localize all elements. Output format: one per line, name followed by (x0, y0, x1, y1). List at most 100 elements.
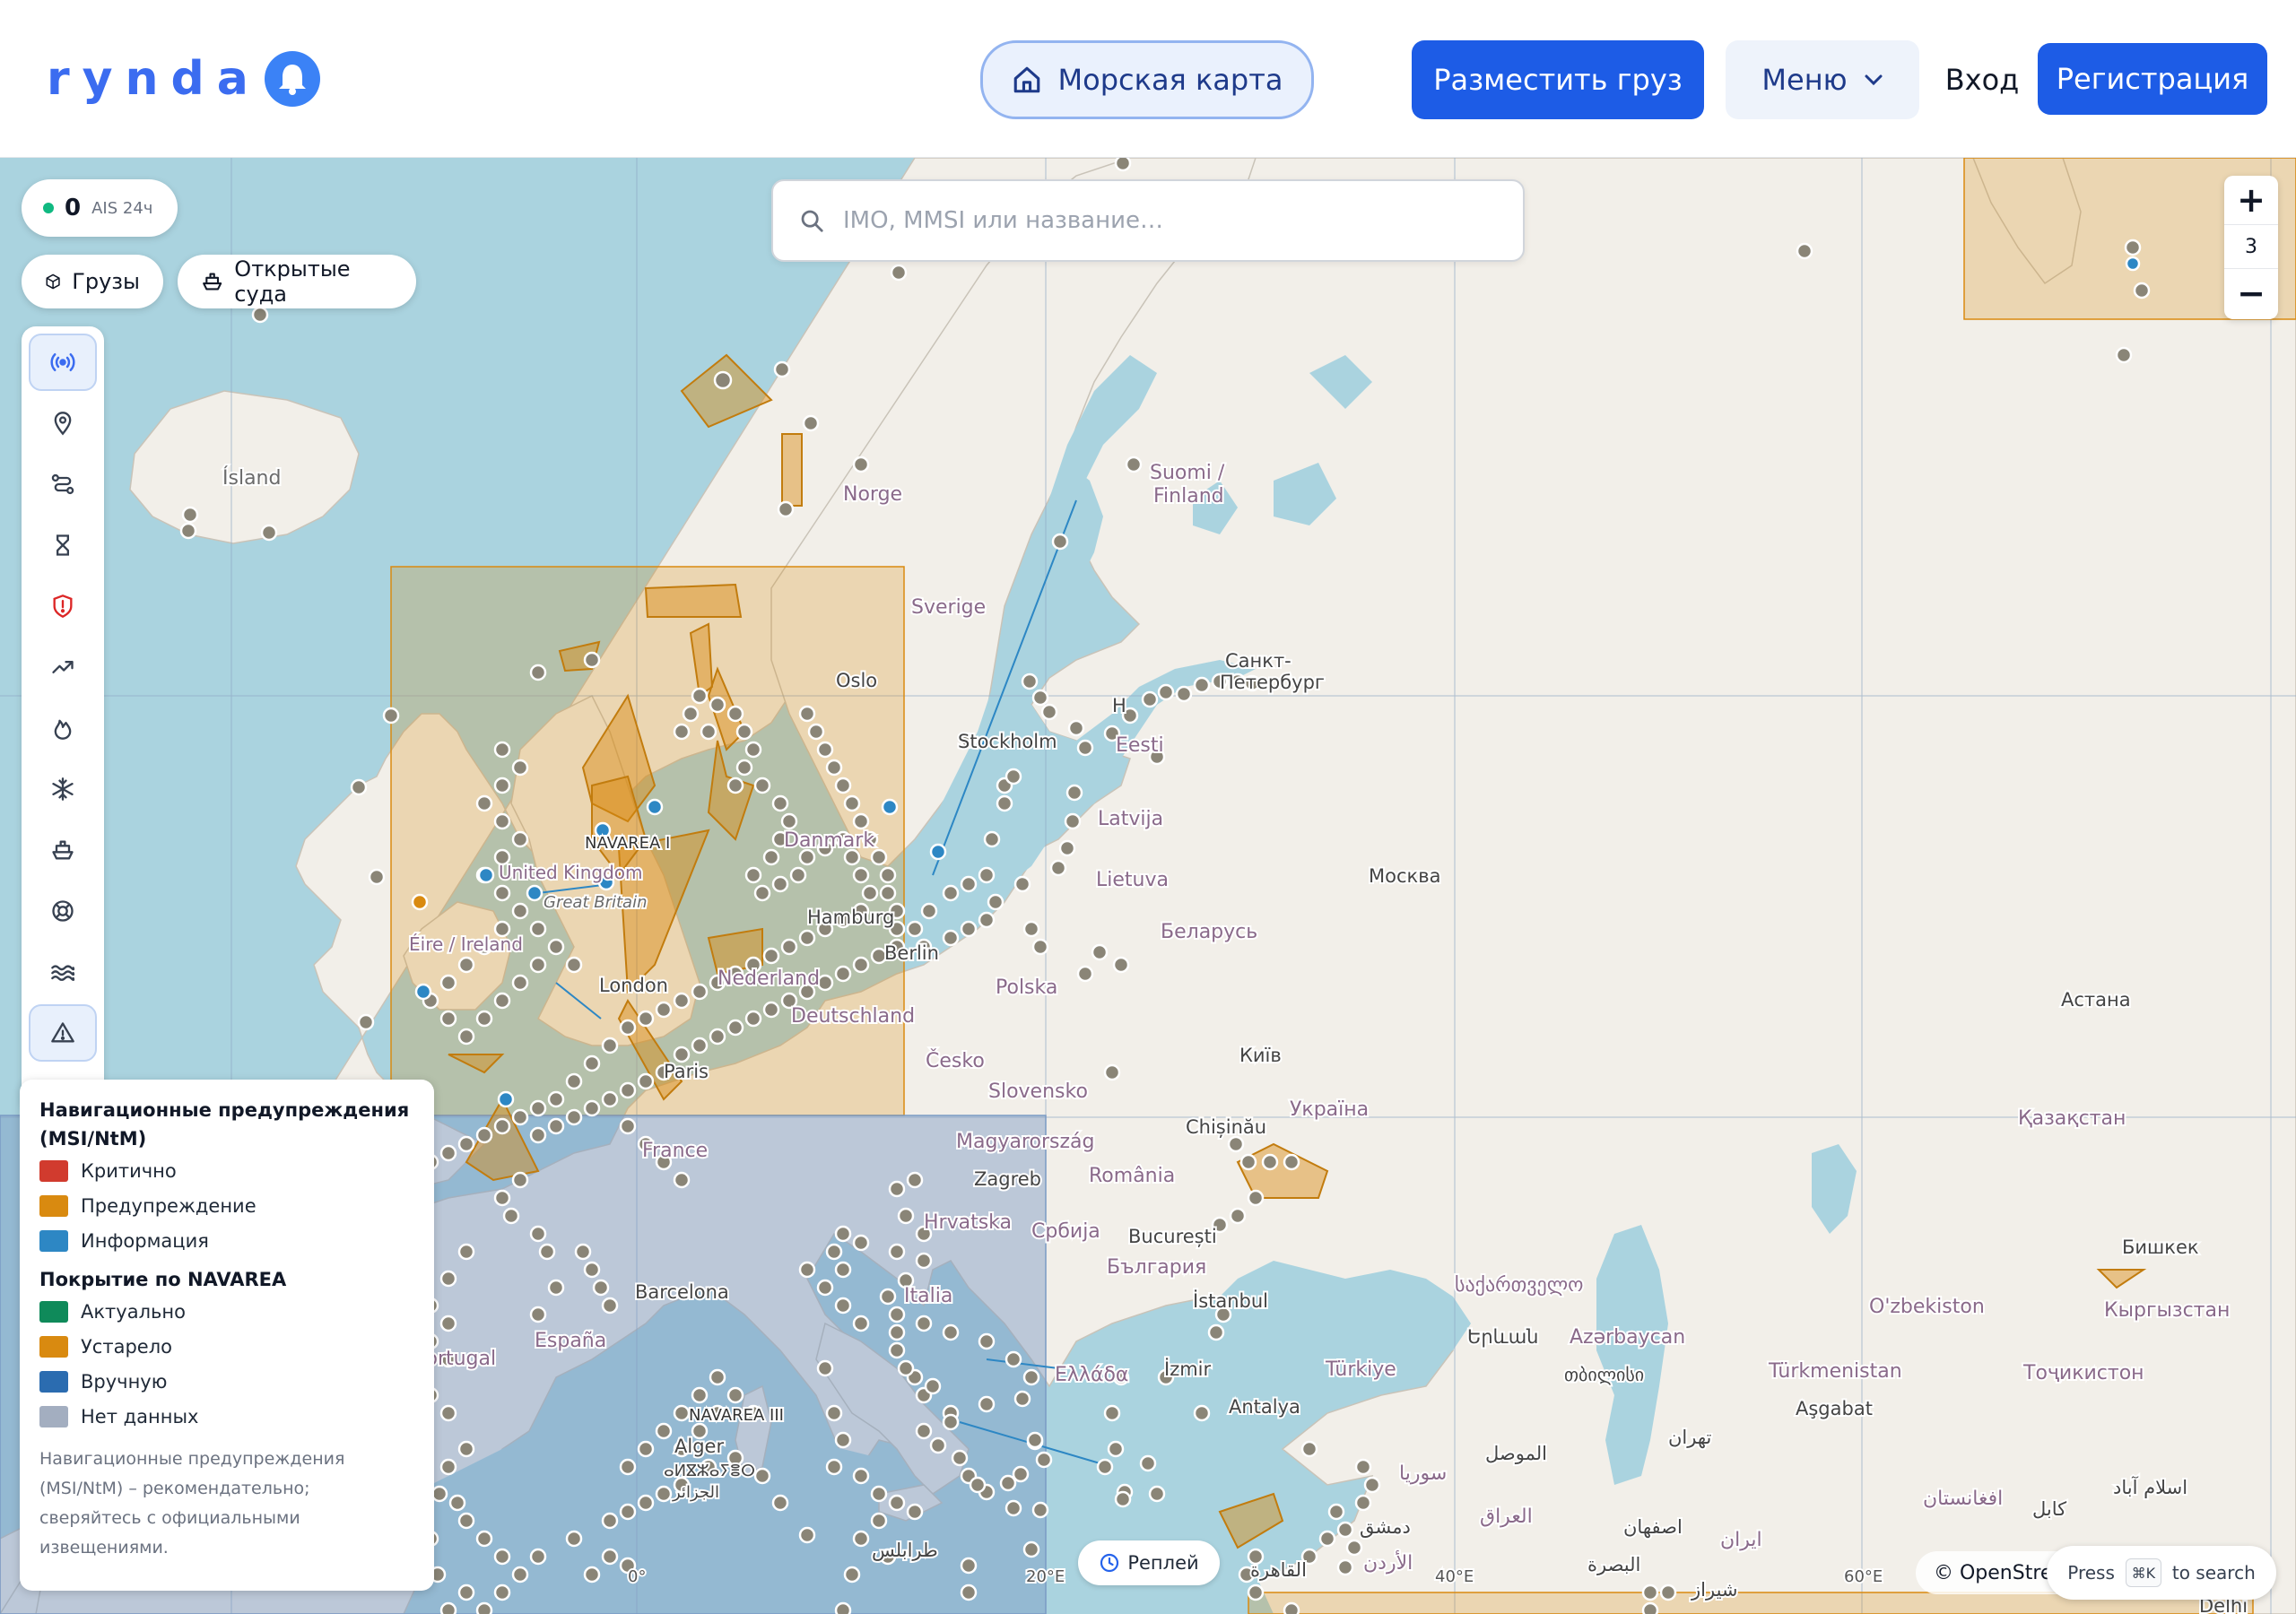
label-magyar: Magyarország (956, 1131, 1094, 1153)
hourglass-icon[interactable] (29, 516, 97, 574)
label-kyrgyzstan: Кыргызстан (2104, 1299, 2230, 1322)
map-legend: Навигационные предупреждения (MSI/NtM) К… (20, 1080, 434, 1591)
navarea-label: Актуально (81, 1300, 186, 1323)
navarea-label: Устарело (81, 1335, 172, 1358)
label-iran: ایران (1720, 1529, 1762, 1551)
sea-map-button[interactable]: Морская карта (980, 40, 1314, 119)
label-tojikiston: Тоҷикистон (2022, 1362, 2144, 1384)
zoom-out-button[interactable]: − (2224, 271, 2278, 316)
label-kyiv: Київ (1239, 1045, 1282, 1066)
label-hamburg: Hamburg (807, 907, 894, 928)
label-istanbul: İstanbul (1193, 1289, 1268, 1312)
layer-toolbar (22, 326, 104, 1112)
label-lon-0: 0° (628, 1567, 646, 1586)
login-link[interactable]: Вход (1937, 40, 2027, 119)
vessel-search-input[interactable] (843, 207, 1471, 234)
label-kazakhstan: Қазақстан (2018, 1107, 2126, 1130)
pin-icon[interactable] (29, 395, 97, 452)
route-icon[interactable] (29, 456, 97, 513)
label-finland: Finland (1153, 485, 1224, 508)
box-icon (46, 273, 60, 290)
label-gb: Great Britain (544, 893, 647, 912)
label-ireland: Éire / Ireland (409, 933, 523, 955)
warning-triangle-icon[interactable] (29, 1004, 97, 1062)
ship-icon[interactable] (29, 821, 97, 879)
label-bucuresti: București (1128, 1226, 1217, 1247)
warning-item: Критично (39, 1153, 414, 1188)
label-alger-3: الجزائر (672, 1483, 719, 1502)
label-zagreb: Zagreb (974, 1168, 1041, 1190)
label-barcelona: Barcelona (635, 1281, 729, 1303)
navarea-swatch (39, 1370, 68, 1393)
label-bulgaria: България (1107, 1256, 1206, 1279)
navarea-label: Вручную (81, 1370, 168, 1393)
snowflake-icon[interactable] (29, 760, 97, 818)
replay-label: Реплей (1127, 1552, 1199, 1574)
label-alger-2: ⴰⵍⴵⵣⴰⵢⴻⵔ (664, 1462, 755, 1480)
legend-disclaimer: Навигационные предупреждения (MSI/NtM) –… (39, 1449, 345, 1558)
home-icon (1013, 66, 1039, 93)
cargo-chip-label: Грузы (72, 269, 140, 294)
waves-icon[interactable] (29, 943, 97, 1001)
label-island: Ísland (222, 466, 281, 490)
label-navarea-3: NAVAREA III (689, 1406, 784, 1425)
ais-status-pill[interactable]: 0 AIS 24ч (22, 179, 178, 237)
label-lon-20: 20°E (1026, 1567, 1065, 1586)
label-slovensko: Slovensko (988, 1080, 1088, 1103)
label-danmark: Danmark (784, 829, 874, 852)
label-lon-60: 60°E (1844, 1567, 1883, 1586)
register-button[interactable]: Регистрация (2038, 43, 2267, 115)
label-norge: Norge (843, 483, 902, 506)
label-espana: España (535, 1330, 606, 1352)
post-cargo-button[interactable]: Разместить груз (1412, 40, 1704, 119)
navarea-item: Устарело (39, 1329, 414, 1364)
label-moskva: Москва (1369, 865, 1440, 887)
warning-swatch (39, 1159, 68, 1182)
navarea-swatch (39, 1405, 68, 1427)
menu-button[interactable]: Меню (1726, 40, 1919, 119)
label-qahira: القاهرة (1250, 1559, 1307, 1581)
warning-item: Предупреждение (39, 1188, 414, 1223)
navarea-label: Нет данных (81, 1405, 199, 1427)
ais-signal-icon[interactable] (29, 334, 97, 391)
label-oslo: Oslo (836, 670, 877, 691)
warning-item: Информация (39, 1223, 414, 1258)
label-islamabad: اسلام آباد (2113, 1476, 2187, 1498)
search-shortcut-hint[interactable]: Press ⌘K to search (2047, 1546, 2276, 1600)
label-turkiye: Türkiye (1325, 1358, 1396, 1381)
warning-label: Информация (81, 1229, 209, 1252)
navarea-swatch (39, 1335, 68, 1358)
replay-button[interactable]: Реплей (1078, 1540, 1220, 1585)
navarea-item: Актуально (39, 1294, 414, 1329)
fire-icon[interactable] (29, 699, 97, 757)
vessel-search-box[interactable] (771, 179, 1525, 262)
label-romania: România (1089, 1165, 1175, 1187)
open-vessels-chip[interactable]: Открытые суда (178, 255, 416, 308)
legend-warnings-title: Навигационные предупреждения (MSI/NtM) (39, 1099, 410, 1150)
legend-navarea-list: Актуально Устарело Вручную Нет данных (39, 1294, 414, 1434)
label-turkmenistan: Türkmenistan (1768, 1360, 1902, 1383)
navarea-item: Нет данных (39, 1399, 414, 1434)
lifebuoy-icon[interactable] (29, 882, 97, 940)
label-uk: United Kingdom (499, 862, 643, 883)
trend-icon[interactable] (29, 638, 97, 696)
label-tarabulus: طرابلس (872, 1540, 938, 1561)
label-nederland: Nederland (718, 968, 820, 990)
sea-map-label: Морская карта (1057, 63, 1283, 97)
cargo-filter-chip[interactable]: Грузы (22, 255, 163, 308)
chevron-down-icon (1865, 74, 1883, 86)
vessels-chip-label: Открытые суда (234, 256, 351, 307)
zoom-in-button[interactable]: + (2224, 178, 2278, 222)
shield-alert-icon[interactable] (29, 577, 97, 635)
label-polska: Polska (996, 976, 1057, 999)
zoom-level: 3 (2224, 224, 2278, 269)
warning-label: Критично (81, 1159, 177, 1182)
label-paris: Paris (664, 1061, 709, 1082)
label-urdun: الأردن (1363, 1550, 1413, 1575)
label-deutschland: Deutschland (791, 1005, 915, 1028)
rynda-logo[interactable]: rynda (47, 50, 320, 108)
label-spb-2: Петербург (1220, 672, 1325, 693)
ship-icon (203, 273, 222, 291)
map-attribution[interactable]: © OpenStreetMap (1916, 1551, 2059, 1594)
label-london: London (599, 975, 668, 996)
